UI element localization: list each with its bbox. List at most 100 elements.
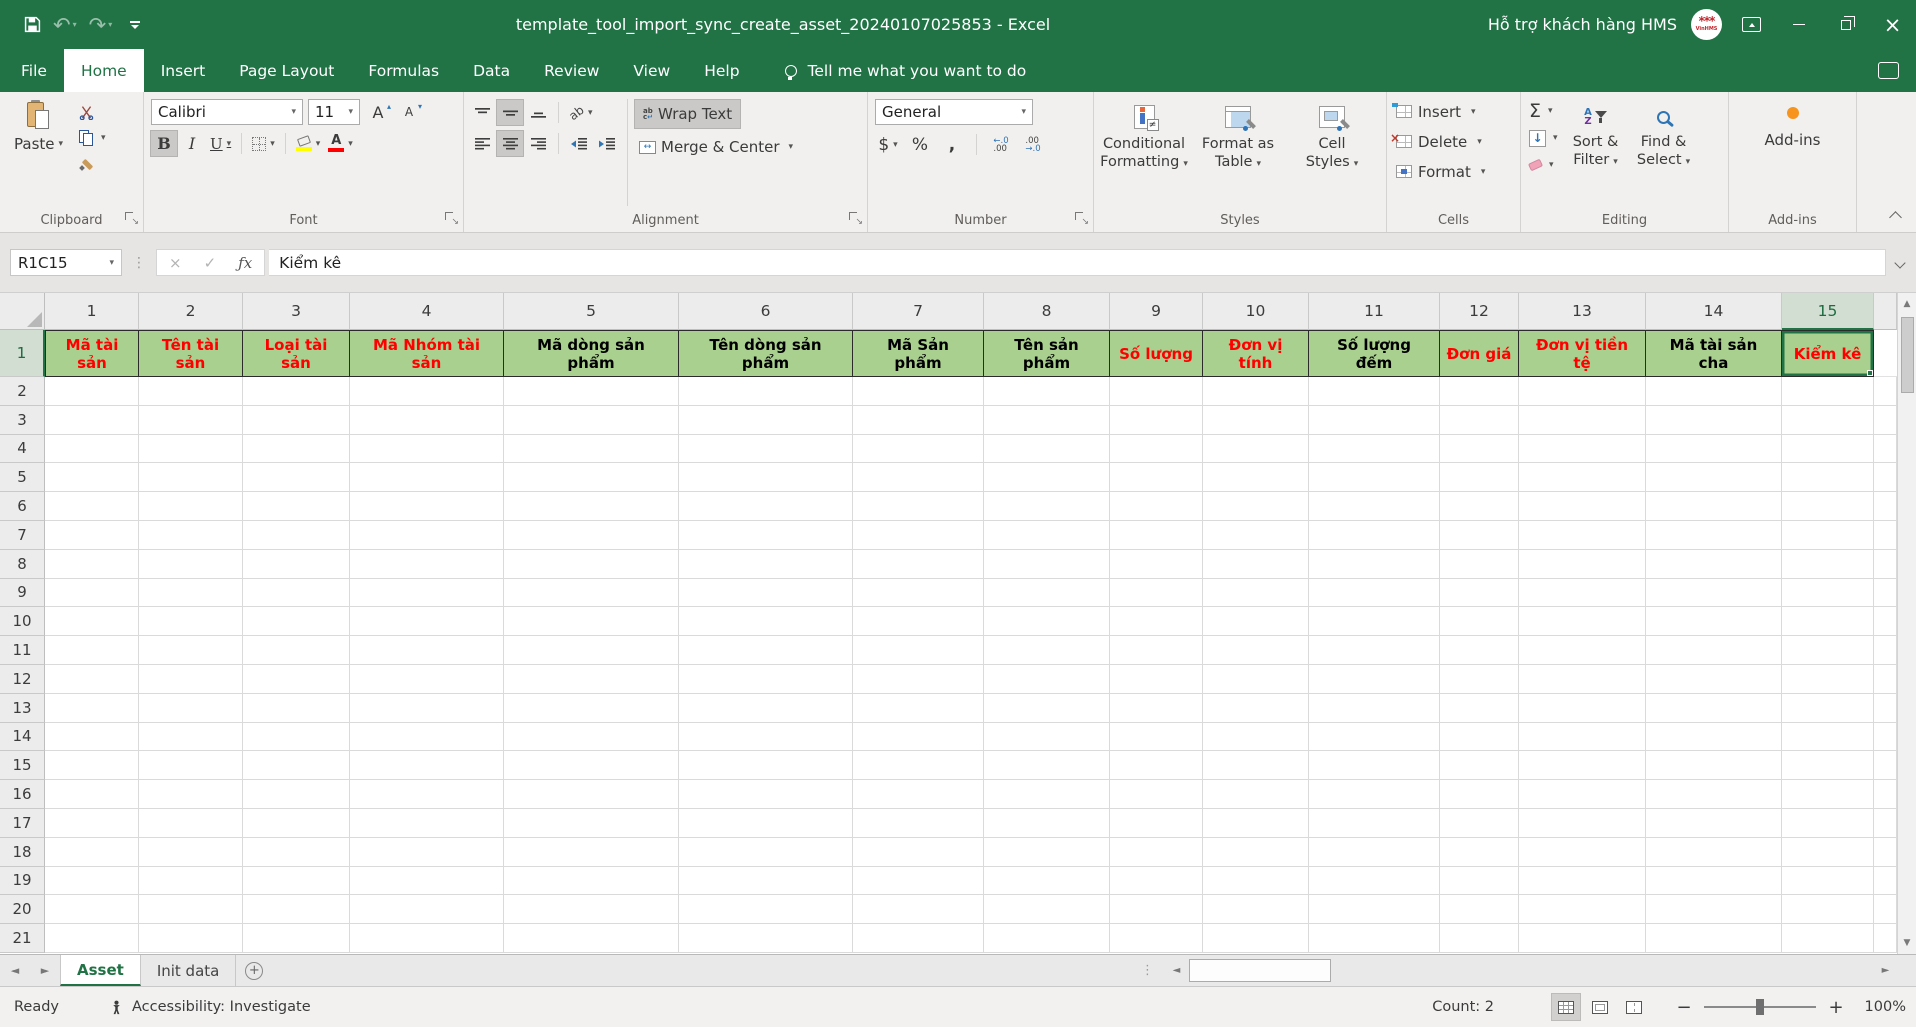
insert-cells-button[interactable]: Insert	[1396, 99, 1511, 124]
grid-cell[interactable]	[1519, 463, 1646, 492]
grid-cell[interactable]	[139, 521, 243, 550]
grid-cell[interactable]	[1519, 665, 1646, 694]
grid-cell[interactable]	[1519, 406, 1646, 435]
clipboard-dialog-launcher-icon[interactable]	[125, 212, 138, 225]
wrap-text-button[interactable]: abc↵ Wrap Text	[635, 100, 740, 128]
redo-button[interactable]: ↷▾	[89, 15, 113, 35]
row-header-1[interactable]: 1	[0, 330, 45, 377]
grid-cell-filler[interactable]	[1874, 694, 1897, 723]
row-header-3[interactable]: 3	[0, 406, 45, 435]
grid-cell[interactable]	[679, 521, 853, 550]
grid-cell-filler[interactable]	[1874, 895, 1897, 924]
grid-cell[interactable]	[45, 636, 139, 665]
grid-cell[interactable]	[1110, 636, 1203, 665]
grid-cell[interactable]	[45, 809, 139, 838]
grid-cell[interactable]	[504, 636, 679, 665]
grid-cell[interactable]	[1646, 867, 1782, 896]
grid-cell[interactable]	[45, 867, 139, 896]
grid-cell[interactable]	[984, 895, 1110, 924]
grid-cell[interactable]	[984, 607, 1110, 636]
grid-cell[interactable]	[1646, 377, 1782, 406]
grid-cell[interactable]	[853, 435, 984, 464]
collapse-ribbon-button[interactable]	[1889, 211, 1902, 224]
format-painter-button[interactable]	[76, 153, 109, 175]
font-color-button[interactable]: A	[325, 131, 356, 156]
grid-cell[interactable]	[984, 406, 1110, 435]
grid-cell[interactable]	[1646, 550, 1782, 579]
grid-cell[interactable]	[853, 607, 984, 636]
grid-cell[interactable]	[45, 435, 139, 464]
addins-button[interactable]: Add-ins	[1732, 97, 1853, 149]
grid-cell-filler[interactable]	[1874, 924, 1897, 953]
grid-cell[interactable]	[350, 809, 504, 838]
tab-insert[interactable]: Insert	[144, 49, 222, 92]
grid-cell[interactable]	[1203, 723, 1309, 752]
grid-cell[interactable]	[350, 492, 504, 521]
grid-cell[interactable]	[1646, 435, 1782, 464]
grid-cell[interactable]	[350, 377, 504, 406]
sort-filter-button[interactable]: AZ Sort & Filter	[1563, 97, 1629, 208]
grid-cell[interactable]	[679, 723, 853, 752]
row-header-10[interactable]: 10	[0, 607, 45, 636]
grid-cell[interactable]	[1309, 751, 1440, 780]
grid-cell[interactable]	[679, 636, 853, 665]
column-header-12[interactable]: 12	[1440, 293, 1519, 330]
grid-cell[interactable]	[853, 463, 984, 492]
grid-cell[interactable]	[243, 607, 350, 636]
grid-cell[interactable]	[1646, 780, 1782, 809]
grid-cell[interactable]	[679, 780, 853, 809]
grid-cell[interactable]	[1203, 579, 1309, 608]
grid-cell[interactable]	[1203, 463, 1309, 492]
grid-cell[interactable]	[853, 521, 984, 550]
grid-cell[interactable]	[45, 550, 139, 579]
accounting-format-button[interactable]: $	[875, 132, 901, 157]
grid-cell[interactable]	[853, 723, 984, 752]
header-cell-col6[interactable]: Tên dòng sản phẩm	[679, 330, 853, 377]
grid-cell[interactable]	[1646, 665, 1782, 694]
center-button[interactable]	[497, 131, 523, 156]
align-right-button[interactable]	[525, 131, 551, 156]
grid-cell[interactable]	[984, 838, 1110, 867]
grid-cell[interactable]	[1646, 579, 1782, 608]
save-button[interactable]	[24, 16, 41, 33]
grid-cell-filler[interactable]	[1874, 751, 1897, 780]
grid-cell[interactable]	[1440, 867, 1519, 896]
increase-font-size-button[interactable]: A▴	[365, 100, 391, 125]
grid-cell[interactable]	[504, 723, 679, 752]
cut-button[interactable]	[76, 101, 109, 123]
grid-cell[interactable]	[1203, 492, 1309, 521]
header-cell-col8[interactable]: Tên sản phẩm	[984, 330, 1110, 377]
grid-cell[interactable]	[1309, 723, 1440, 752]
grid-cell[interactable]	[504, 579, 679, 608]
normal-view-button[interactable]	[1552, 994, 1580, 1020]
worksheet[interactable]: 123456789101112131415 1Mã tài sảnTên tài…	[0, 293, 1897, 954]
grid-cell[interactable]	[243, 867, 350, 896]
grid-cell-filler[interactable]	[1874, 492, 1897, 521]
grid-cell[interactable]	[1203, 521, 1309, 550]
grid-cell[interactable]	[45, 377, 139, 406]
sheet-tab-init-data[interactable]: Init data	[141, 955, 237, 986]
grid-cell[interactable]	[139, 751, 243, 780]
enter-icon[interactable]: ✓	[204, 254, 217, 272]
grid-cell[interactable]	[45, 579, 139, 608]
grid-cell[interactable]	[243, 838, 350, 867]
grid-cell[interactable]	[350, 406, 504, 435]
grid-cell[interactable]	[1646, 492, 1782, 521]
increase-decimal-button[interactable]: ←.0.00	[988, 132, 1014, 157]
grid-cell[interactable]	[1309, 636, 1440, 665]
grid-cell[interactable]	[1519, 895, 1646, 924]
name-box[interactable]: R1C15 ▾	[10, 249, 122, 276]
grid-cell[interactable]	[45, 406, 139, 435]
grid-cell[interactable]	[504, 809, 679, 838]
grid-cell[interactable]	[1519, 867, 1646, 896]
grid-cell[interactable]	[1309, 607, 1440, 636]
column-header-3[interactable]: 3	[243, 293, 350, 330]
grid-cell[interactable]	[1519, 435, 1646, 464]
grid-cell[interactable]	[504, 550, 679, 579]
grid-cell[interactable]	[1110, 809, 1203, 838]
grid-cell[interactable]	[243, 751, 350, 780]
undo-button[interactable]: ↶▾	[53, 15, 77, 35]
grid-cell[interactable]	[504, 838, 679, 867]
grid-cell[interactable]	[1440, 924, 1519, 953]
grid-cell[interactable]	[1309, 579, 1440, 608]
